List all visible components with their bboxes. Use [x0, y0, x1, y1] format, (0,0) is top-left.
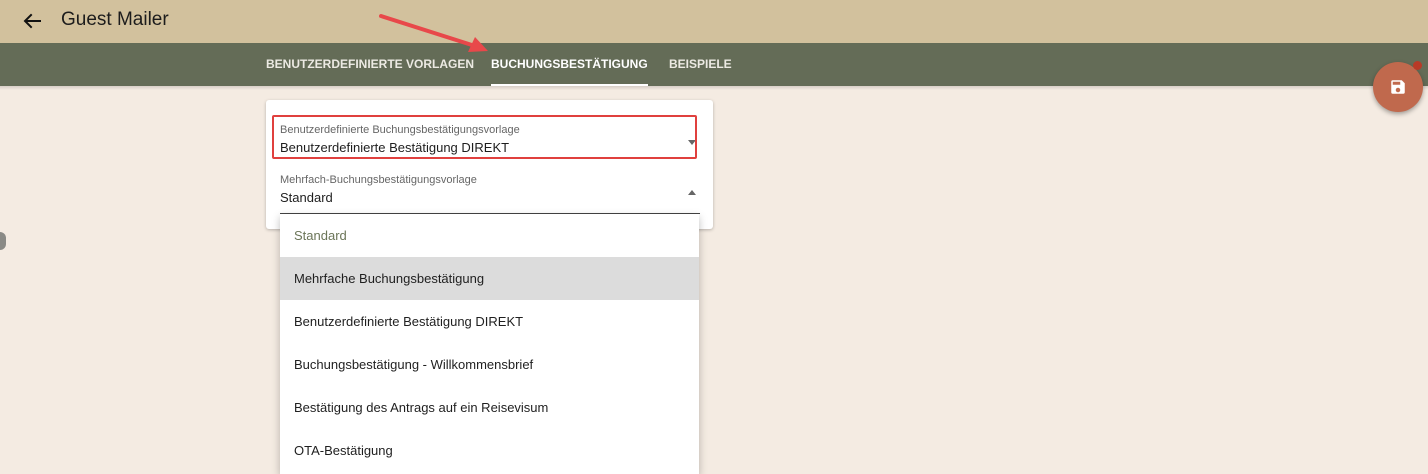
- back-button[interactable]: [18, 7, 46, 35]
- dropdown-option[interactable]: Standard: [280, 214, 699, 257]
- dropdown-option-label: Standard: [294, 228, 347, 243]
- tab-bar-shadow: [0, 86, 1428, 90]
- multi-booking-template-label: Mehrfach-Buchungsbestätigungsvorlage: [280, 174, 477, 186]
- app-header: Guest Mailer: [0, 0, 1428, 43]
- tab-bar: BENUTZERDEFINIERTE VORLAGEN BUCHUNGSBEST…: [0, 43, 1428, 86]
- dropdown-option[interactable]: Buchungsbestätigung - Willkommensbrief: [280, 343, 699, 386]
- save-icon: [1391, 80, 1405, 94]
- dropdown-option-label: Mehrfache Buchungsbestätigung: [294, 271, 485, 286]
- dropdown-option[interactable]: OTA-Bestätigung: [280, 429, 699, 472]
- dropdown-option-label: Bestätigung des Antrags auf ein Reisevis…: [294, 400, 549, 415]
- template-settings-card: Benutzerdefinierte Buchungsbestätigungsv…: [266, 100, 713, 229]
- booking-template-label: Benutzerdefinierte Buchungsbestätigungsv…: [280, 124, 520, 136]
- chevron-down-icon: [688, 140, 696, 145]
- booking-template-select[interactable]: Benutzerdefinierte Buchungsbestätigungsv…: [280, 124, 700, 170]
- dropdown-option[interactable]: Benutzerdefinierte Bestätigung DIREKT: [280, 300, 699, 343]
- unsaved-indicator-dot: [1413, 61, 1422, 70]
- template-dropdown-menu: Standard Mehrfache Buchungsbestätigung B…: [280, 214, 699, 474]
- arrow-left-icon: [23, 13, 41, 29]
- multi-booking-template-select[interactable]: Mehrfach-Buchungsbestätigungsvorlage Sta…: [280, 174, 700, 214]
- dropdown-option-label: Buchungsbestätigung - Willkommensbrief: [294, 357, 534, 372]
- tab-booking-confirmation[interactable]: BUCHUNGSBESTÄTIGUNG: [491, 43, 648, 86]
- chevron-up-icon: [688, 190, 696, 195]
- annotation-arrow: [379, 14, 488, 52]
- app-title: Guest Mailer: [61, 9, 169, 30]
- dropdown-option[interactable]: Bestätigung des Antrags auf ein Reisevis…: [280, 386, 699, 429]
- side-panel-handle[interactable]: [0, 232, 6, 250]
- dropdown-option[interactable]: Mehrfache Buchungsbestätigung: [280, 257, 699, 300]
- tab-examples[interactable]: BEISPIELE: [669, 43, 732, 86]
- dropdown-option-label: Benutzerdefinierte Bestätigung DIREKT: [294, 314, 524, 329]
- multi-booking-template-value: Standard: [280, 190, 333, 205]
- booking-template-value: Benutzerdefinierte Bestätigung DIREKT: [280, 140, 510, 155]
- dropdown-option-label: OTA-Bestätigung: [294, 443, 393, 458]
